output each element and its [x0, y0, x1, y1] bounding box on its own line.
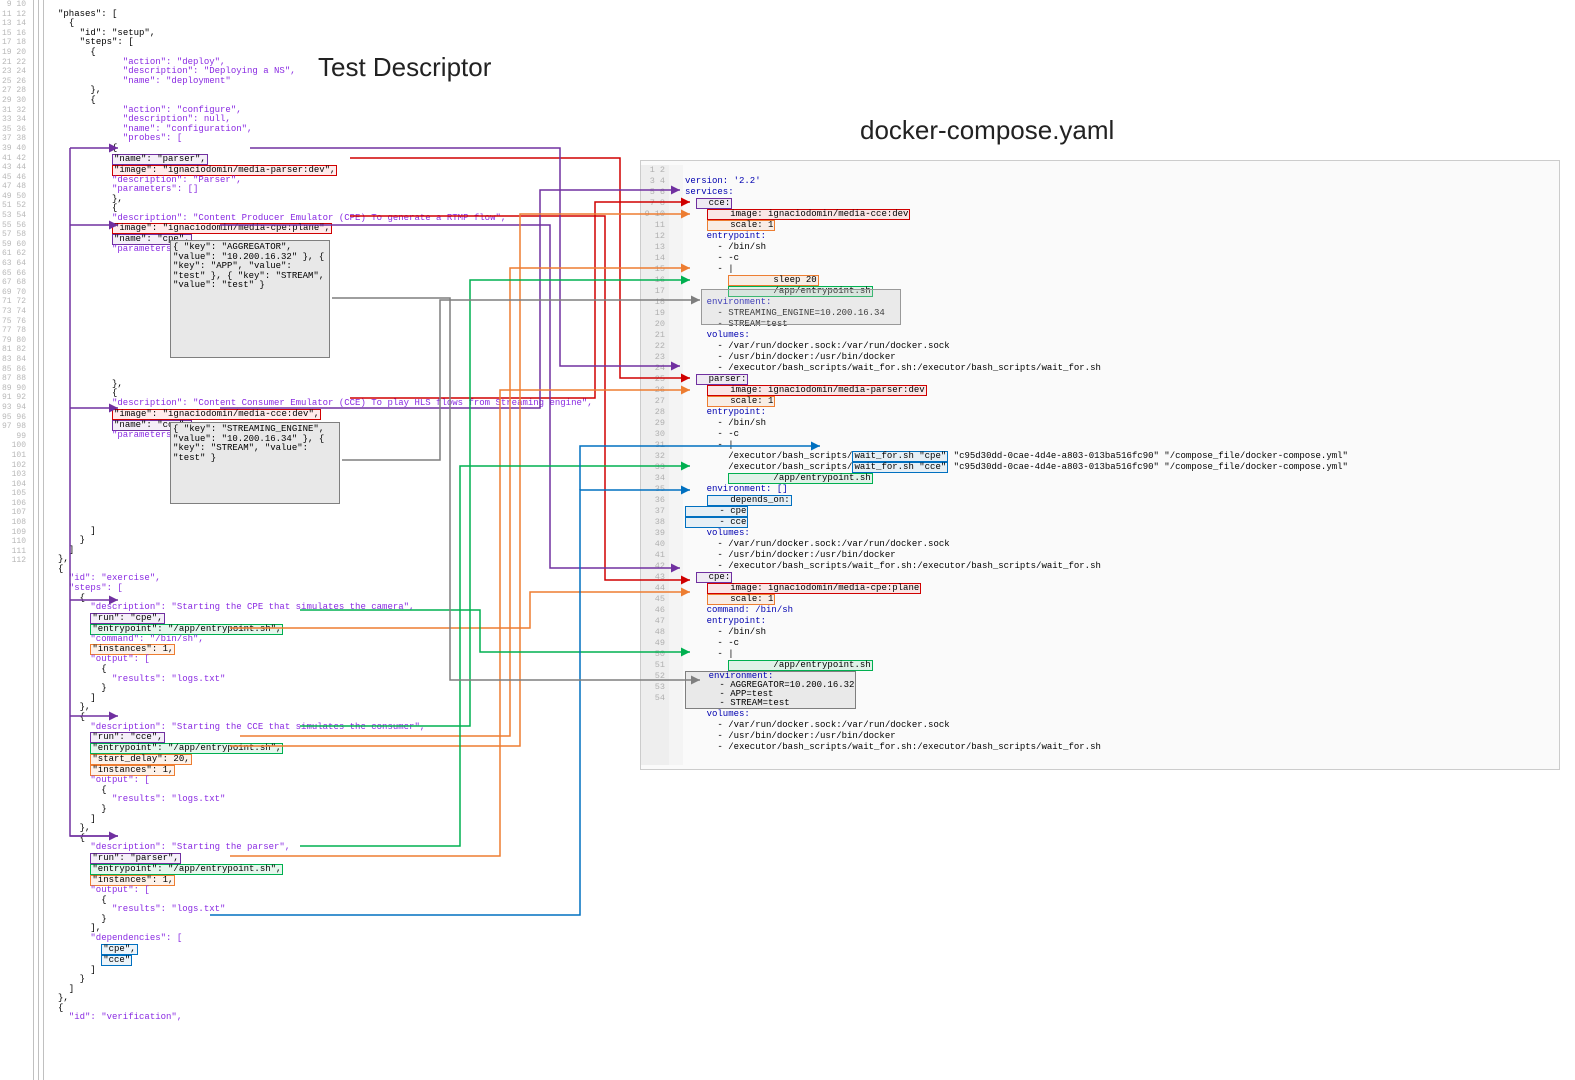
- r-cpe: cpe:: [696, 572, 732, 583]
- right-code-pane: 1 2 3 4 5 6 7 8 9 10 11 12 13 14 15 16 1…: [640, 160, 1560, 770]
- r-wait-cpe: wait_for.sh "cpe": [852, 451, 948, 462]
- params-box-cpe: { "key": "AGGREGATOR", "value": "10.200.…: [170, 240, 330, 358]
- right-gutter: 1 2 3 4 5 6 7 8 9 10 11 12 13 14 15 16 1…: [641, 165, 669, 765]
- hl-delay-cce: "start_delay": 20,: [90, 754, 191, 765]
- right-code: version: '2.2' services: cce: image: ign…: [685, 165, 1348, 775]
- right-title: docker-compose.yaml: [860, 115, 1114, 146]
- hl-cce-image: "image": "ignaciodomin/media-cce:dev",: [112, 409, 321, 420]
- hl-run-parser: "run": "parser",: [90, 853, 180, 864]
- params-box-cce: { "key": "STREAMING_ENGINE", "value": "1…: [170, 422, 340, 504]
- r-parser: parser:: [696, 374, 749, 385]
- right-fold: [669, 165, 683, 765]
- r-depends: depends_on:: [707, 495, 792, 506]
- r-cpe-env: environment: - AGGREGATOR=10.200.16.32 -…: [685, 671, 856, 709]
- hl-dep-cce: "cce": [101, 955, 132, 966]
- r-cce-image: image: ignaciodomin/media-cce:dev: [707, 209, 911, 220]
- hl-run-cce: "run": "cce",: [90, 732, 164, 743]
- hl-ep-cce: "entrypoint": "/app/entrypoint.sh",: [90, 743, 283, 754]
- r-cce: cce:: [696, 198, 732, 209]
- r-cpe-ep: /app/entrypoint.sh: [728, 660, 872, 671]
- r-cce-env-box: [701, 289, 901, 325]
- hl-ep-parser: "entrypoint": "/app/entrypoint.sh",: [90, 864, 283, 875]
- hl-parser-name: "name": "parser",: [112, 154, 208, 165]
- left-gutter: 9 10 11 12 13 14 15 16 17 18 19 20 21 22…: [0, 0, 30, 566]
- hl-dep-cpe: "cpe",: [101, 944, 137, 955]
- r-cpe-scale: scale: 1: [707, 594, 776, 605]
- r-cpe-image: image: ignaciodomin/media-cpe:plane: [707, 583, 922, 594]
- r-parser-scale: scale: 1: [707, 396, 776, 407]
- r-wait-cce: wait_for.sh "cce": [852, 462, 948, 473]
- r-sleep20: sleep 20: [728, 275, 818, 286]
- left-code: "phases": [ { "id": "setup", "steps": [ …: [58, 0, 593, 1033]
- hl-run-cpe: "run": "cpe",: [90, 613, 164, 624]
- r-parser-image: image: ignaciodomin/media-parser:dev: [707, 385, 927, 396]
- hl-cpe-image: "image": "ignaciodomin/media-cpe:plane",: [112, 223, 332, 234]
- r-cce-scale: scale: 1: [707, 220, 776, 231]
- r-parser-ep: /app/entrypoint.sh: [728, 473, 872, 484]
